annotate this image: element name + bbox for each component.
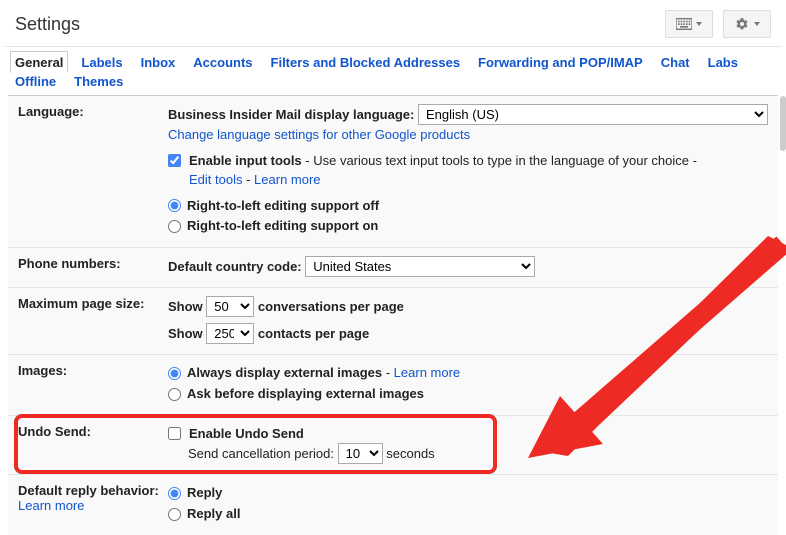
section-label: Phone numbers: — [8, 256, 168, 277]
images-ask-label: Ask before displaying external images — [187, 384, 424, 405]
chevron-down-icon — [696, 22, 702, 26]
gear-icon — [734, 17, 750, 31]
tabs-bar: General Labels Inbox Accounts Filters and Bl… — [0, 47, 786, 95]
edit-tools-link[interactable]: Edit tools — [189, 172, 242, 187]
enable-input-tools-row: Enable input tools - Use various text in… — [168, 151, 778, 190]
rtl-on-label: Right-to-left editing support on — [187, 216, 378, 237]
section-content: Show 50 conversations per page Show 250 … — [168, 296, 778, 344]
learn-more-link[interactable]: Learn more — [394, 365, 460, 380]
cancellation-period-row: Send cancellation period: 10 seconds — [188, 443, 778, 464]
settings-header: Settings — [0, 0, 786, 46]
period-label: Send cancellation period: — [188, 446, 334, 461]
images-always-radio[interactable] — [168, 367, 181, 380]
section-pagesize: Maximum page size: Show 50 conversations… — [8, 288, 778, 355]
enable-undo-send-checkbox[interactable] — [168, 427, 181, 440]
chevron-down-icon — [754, 22, 760, 26]
section-label: Language: — [8, 104, 168, 237]
section-images: Images: Always display external images -… — [8, 355, 778, 416]
section-content: Always display external images - Learn m… — [168, 363, 778, 405]
period-suffix: seconds — [386, 446, 434, 461]
contacts-per-page-row: Show 250 contacts per page — [168, 323, 778, 344]
show-label: Show — [168, 299, 203, 314]
tab-forwarding-and-pop-imap[interactable]: Forwarding and POP/IMAP — [478, 55, 643, 70]
contacts-suffix: contacts per page — [258, 326, 369, 341]
enable-input-tools-desc: - Use various text input tools to type i… — [302, 153, 697, 168]
tab-filters-and-blocked-addresses[interactable]: Filters and Blocked Addresses — [271, 55, 461, 70]
rtl-off-radio[interactable] — [168, 199, 181, 212]
section-content: Reply Reply all — [168, 483, 778, 525]
conv-per-page-row: Show 50 conversations per page — [168, 296, 778, 317]
change-language-link-row: Change language settings for other Googl… — [168, 125, 778, 145]
tab-offline[interactable]: Offline — [15, 74, 56, 89]
default-cc-label: Default country code: — [168, 259, 302, 274]
gear-button[interactable] — [723, 10, 771, 38]
section-label: Images: — [8, 363, 168, 405]
learn-more-link[interactable]: Learn more — [18, 498, 84, 513]
conversations-select[interactable]: 50 — [206, 296, 254, 317]
country-select[interactable]: United States — [305, 256, 535, 277]
section-content: Default country code: United States — [168, 256, 778, 277]
tab-labs[interactable]: Labs — [708, 55, 738, 70]
contacts-select[interactable]: 250 — [206, 323, 254, 344]
conv-suffix: conversations per page — [258, 299, 404, 314]
enable-input-tools-text: Enable input tools - Use various text in… — [189, 151, 697, 190]
reply-label: Reply — [187, 483, 222, 504]
enable-undo-label: Enable Undo Send — [189, 424, 304, 444]
keyboard-icon — [676, 17, 692, 31]
section-label: Maximum page size: — [8, 296, 168, 344]
scrollbar-thumb[interactable] — [780, 96, 786, 151]
tab-accounts[interactable]: Accounts — [193, 55, 252, 70]
section-phone: Phone numbers: Default country code: Uni… — [8, 248, 778, 288]
rtl-on-radio[interactable] — [168, 220, 181, 233]
cancellation-period-select[interactable]: 10 — [338, 443, 383, 464]
section-content: Business Insider Mail display language: … — [168, 104, 778, 237]
section-content: Enable Undo Send Send cancellation perio… — [168, 424, 778, 465]
section-undo-send: Undo Send: Enable Undo Send Send cancell… — [8, 416, 778, 476]
section-default-reply: Default reply behavior: Learn more Reply… — [8, 475, 778, 535]
images-ask-radio[interactable] — [168, 388, 181, 401]
tab-chat[interactable]: Chat — [661, 55, 690, 70]
enable-input-tools-checkbox[interactable] — [168, 154, 181, 167]
section-language: Language: Business Insider Mail display … — [8, 96, 778, 248]
rtl-off-label: Right-to-left editing support off — [187, 196, 379, 217]
language-row: Business Insider Mail display language: … — [168, 104, 778, 125]
images-always-label: Always display external images — [187, 365, 382, 380]
page-title: Settings — [15, 14, 80, 35]
language-select[interactable]: English (US) — [418, 104, 768, 125]
section-label: Undo Send: — [8, 424, 168, 465]
tab-inbox[interactable]: Inbox — [141, 55, 176, 70]
rtl-radio-group: Right-to-left editing support off Right-… — [168, 196, 778, 238]
tab-general[interactable]: General — [15, 55, 63, 70]
tab-themes[interactable]: Themes — [74, 74, 123, 89]
header-buttons — [665, 10, 771, 38]
reply-radio[interactable] — [168, 487, 181, 500]
settings-content: Language: Business Insider Mail display … — [8, 95, 778, 535]
show-label: Show — [168, 326, 203, 341]
section-label: Default reply behavior: Learn more — [8, 483, 168, 525]
display-language-label: Business Insider Mail display language: — [168, 107, 414, 122]
tab-labels[interactable]: Labels — [81, 55, 122, 70]
learn-more-link[interactable]: Learn more — [254, 172, 320, 187]
change-language-link[interactable]: Change language settings for other Googl… — [168, 127, 470, 142]
input-tools-button[interactable] — [665, 10, 713, 38]
enable-undo-row: Enable Undo Send — [168, 424, 778, 444]
scrollbar[interactable] — [780, 96, 786, 535]
reply-all-radio[interactable] — [168, 508, 181, 521]
reply-all-label: Reply all — [187, 504, 240, 525]
enable-input-tools-label: Enable input tools — [189, 153, 302, 168]
